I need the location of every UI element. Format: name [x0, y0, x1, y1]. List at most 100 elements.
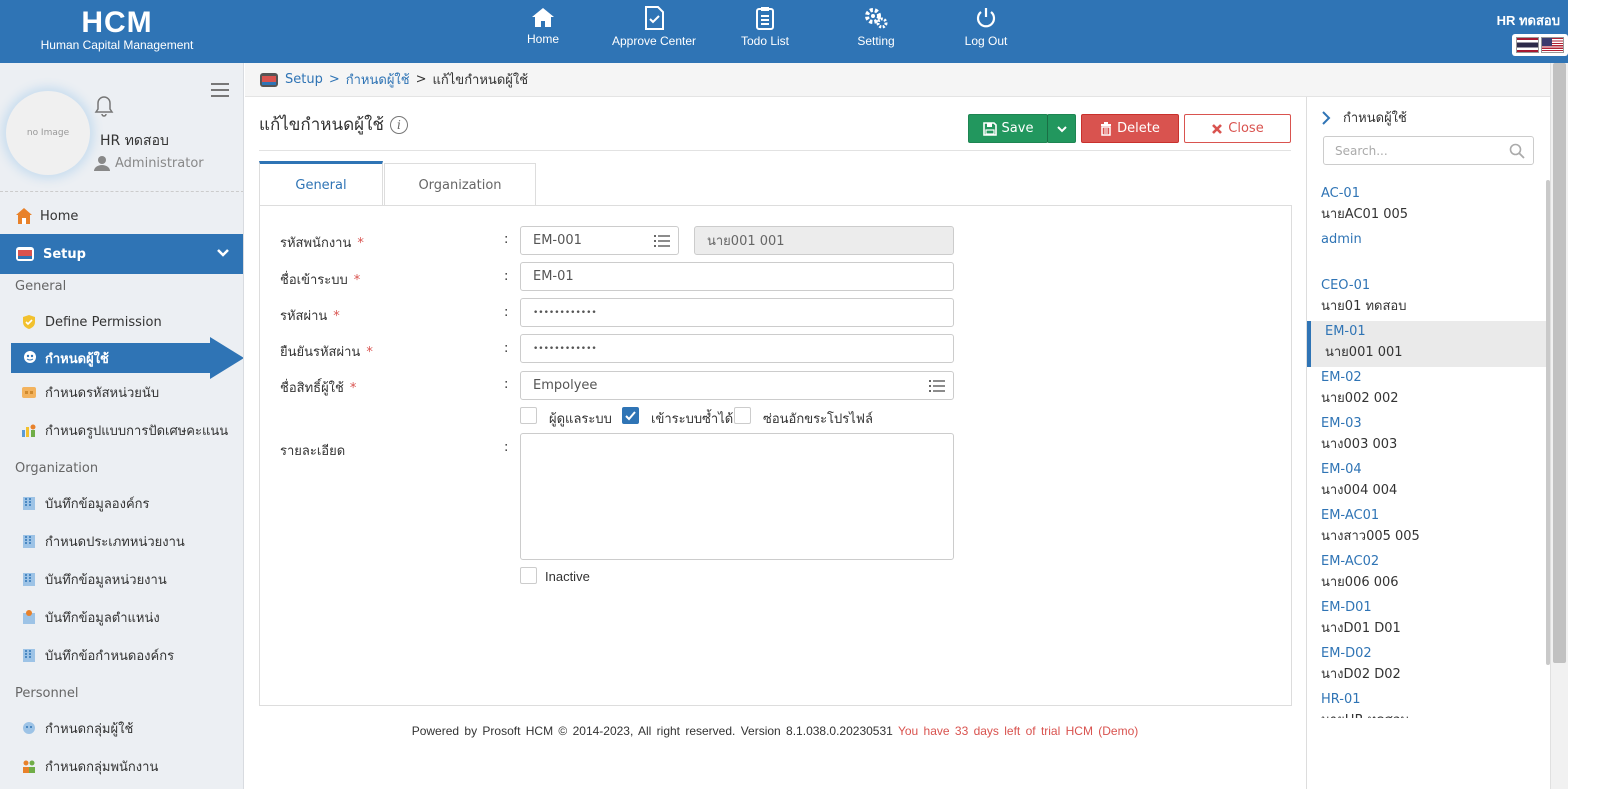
- save-options-dropdown[interactable]: [1047, 114, 1076, 143]
- user-list: AC-01 นายAC01 005 admin CEO-01 นาย01 ทดสอบ…: [1307, 183, 1550, 718]
- sidebar-group-organization: Organization: [15, 461, 99, 476]
- hamburger-menu-icon[interactable]: [211, 83, 229, 97]
- bell-icon[interactable]: [94, 95, 114, 117]
- hide-profile-checkbox[interactable]: [734, 407, 751, 424]
- confirm-password-field[interactable]: ••••••••••••: [520, 334, 954, 363]
- user-search-input[interactable]: Search...: [1323, 136, 1534, 165]
- nav-logout-label: Log Out: [964, 34, 1008, 48]
- page-scrollbar[interactable]: [1550, 63, 1568, 789]
- sidebar-item-define-user[interactable]: กำหนดผู้ใช้: [11, 337, 243, 379]
- sidebar-home-label: Home: [40, 208, 79, 224]
- sidebar-group-general: General: [15, 279, 67, 294]
- hide-profile-checkbox-label: ซ่อนอักขระโปรไฟล์: [763, 412, 873, 427]
- sidebar-item-employee-group[interactable]: กำหนดกลุ่มพนักงาน: [20, 751, 158, 781]
- nav-logout[interactable]: Log Out: [962, 6, 1010, 56]
- sidebar-item-setup[interactable]: Setup: [0, 234, 243, 274]
- user-list-header[interactable]: กำหนดผู้ใช้: [1321, 107, 1407, 128]
- sidebar-item-org-rules[interactable]: บันทึกข้อกำหนดองค์กร: [20, 640, 174, 670]
- detail-textarea[interactable]: [520, 433, 954, 560]
- list-item[interactable]: admin: [1307, 229, 1550, 275]
- list-item[interactable]: EM-02 นาย002 002: [1307, 367, 1550, 413]
- user-code: EM-04: [1321, 462, 1362, 477]
- inactive-checkbox[interactable]: [520, 567, 537, 584]
- list-lookup-icon[interactable]: [653, 233, 671, 249]
- delete-button[interactable]: Delete: [1081, 114, 1179, 143]
- top-user-name[interactable]: HR ทดสอบ: [1497, 10, 1560, 31]
- setup-icon: [16, 247, 34, 261]
- nav-home[interactable]: Home: [527, 6, 559, 56]
- close-icon: [1212, 123, 1223, 134]
- required-mark: *: [353, 273, 361, 288]
- list-item[interactable]: EM-AC01 นางสาว005 005: [1307, 505, 1550, 551]
- employee-code-label: รหัสพนักงาน *: [280, 232, 364, 253]
- list-item[interactable]: AC-01 นายAC01 005: [1307, 183, 1550, 229]
- list-item[interactable]: EM-AC02 นาย006 006: [1307, 551, 1550, 597]
- list-lookup-icon[interactable]: [928, 378, 946, 394]
- sidebar-item-home[interactable]: Home: [15, 201, 78, 231]
- employee-code-field[interactable]: EM-001: [520, 226, 679, 255]
- nav-setting[interactable]: Setting: [856, 6, 896, 56]
- sidebar-item-dept-info[interactable]: บันทึกข้อมูลหน่วยงาน: [20, 564, 167, 594]
- label-text: รหัสผ่าน: [280, 309, 328, 324]
- sidebar-item-label: กำหนดกลุ่มผู้ใช้: [45, 721, 134, 737]
- form-tabs: General Organization: [259, 161, 536, 206]
- sidebar-item-label: กำหนดผู้ใช้: [45, 351, 109, 367]
- sidebar-user-role: Administrator: [94, 155, 204, 171]
- password-value: ••••••••••••: [533, 307, 597, 318]
- checkmark-icon: [625, 411, 636, 421]
- password-label: รหัสผ่าน *: [280, 305, 340, 326]
- list-item[interactable]: EM-04 นาง004 004: [1307, 459, 1550, 505]
- scrollbar-thumb[interactable]: [1553, 63, 1566, 663]
- save-label: Save: [1001, 121, 1034, 136]
- colon: :: [504, 232, 509, 247]
- sidebar-item-user-group[interactable]: กำหนดกลุ่มผู้ใช้: [20, 713, 133, 743]
- breadcrumb-setup[interactable]: Setup: [285, 72, 323, 87]
- admin-checkbox[interactable]: [520, 407, 537, 424]
- close-button[interactable]: Close: [1184, 114, 1291, 143]
- sidebar-item-position-info[interactable]: บันทึกข้อมูลตำแหน่ง: [20, 602, 160, 632]
- sidebar-item-define-permission[interactable]: Define Permission: [20, 307, 162, 337]
- login-name-value: EM-01: [533, 269, 574, 284]
- permission-name-field[interactable]: Empolyee: [520, 371, 954, 400]
- colon: :: [504, 305, 509, 320]
- user-fullname: นาย01 ทดสอบ: [1321, 299, 1407, 314]
- info-icon[interactable]: i: [389, 115, 408, 134]
- multi-login-checkbox-label: เข้าระบบซ้ำได้: [651, 412, 734, 427]
- sidebar-item-label: Define Permission: [45, 314, 162, 330]
- list-item[interactable]: EM-D01 นางD01 D01: [1307, 597, 1550, 643]
- user-code: EM-02: [1321, 370, 1362, 385]
- nav-todo-list[interactable]: Todo List: [738, 6, 792, 56]
- unit-icon: [22, 387, 36, 398]
- thai-flag-icon[interactable]: [1516, 37, 1539, 53]
- sidebar-item-dept-type[interactable]: กำหนดประเภทหน่วยงาน: [20, 526, 185, 556]
- user-icon: [94, 156, 110, 171]
- tab-general[interactable]: General: [259, 161, 383, 206]
- sidebar-item-rounding[interactable]: กำหนดรูปแบบการปัดเศษคะแนน: [20, 415, 228, 445]
- login-name-field[interactable]: EM-01: [520, 262, 954, 291]
- list-item[interactable]: EM-03 นาง003 003: [1307, 413, 1550, 459]
- sidebar-item-org-info[interactable]: บันทึกข้อมูลองค์กร: [20, 488, 150, 518]
- nav-approve-center[interactable]: Approve Center: [610, 6, 698, 56]
- password-field[interactable]: ••••••••••••: [520, 298, 954, 327]
- list-item-selected[interactable]: EM-01 นาย001 001: [1307, 321, 1550, 367]
- multi-login-checkbox[interactable]: [622, 407, 639, 424]
- required-mark: *: [357, 236, 364, 251]
- app-logo[interactable]: HCM Human Capital Management: [32, 8, 202, 53]
- sidebar-item-unit-code[interactable]: กำหนดรหัสหน่วยนับ: [20, 377, 159, 407]
- user-code: EM-D01: [1321, 600, 1372, 615]
- us-flag-icon[interactable]: [1541, 37, 1564, 53]
- save-button[interactable]: Save: [968, 114, 1048, 143]
- sidebar-item-label: บันทึกข้อกำหนดองค์กร: [45, 648, 175, 664]
- role-label: Administrator: [115, 155, 204, 171]
- permission-name-label: ชื่อสิทธิ์ผู้ใช้ *: [280, 377, 356, 398]
- list-item[interactable]: HR-01 นายHR ทดสอบ: [1307, 689, 1550, 718]
- search-icon[interactable]: [1509, 143, 1525, 159]
- user-fullname: นางD02 D02: [1321, 667, 1401, 682]
- list-item[interactable]: CEO-01 นาย01 ทดสอบ: [1307, 275, 1550, 321]
- breadcrumb-parent[interactable]: กำหนดผู้ใช้: [346, 69, 410, 90]
- user-code: EM-AC01: [1321, 508, 1380, 523]
- list-item[interactable]: EM-D02 นางD02 D02: [1307, 643, 1550, 689]
- sidebar-item-label: บันทึกข้อมูลตำแหน่ง: [45, 610, 160, 626]
- nav-setting-label: Setting: [857, 34, 895, 48]
- tab-organization[interactable]: Organization: [384, 163, 536, 206]
